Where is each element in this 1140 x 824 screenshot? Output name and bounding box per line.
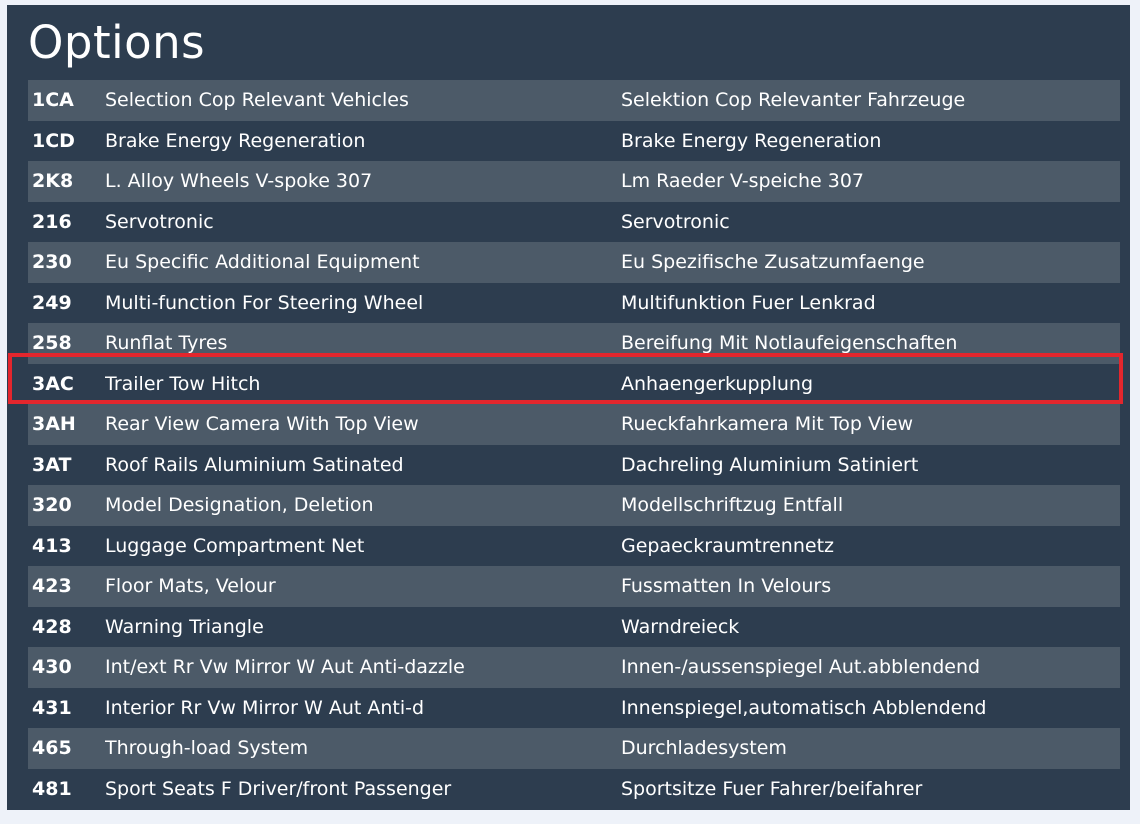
option-name-en: Interior Rr Vw Mirror W Aut Anti-d — [105, 696, 425, 719]
table-row-highlighted: 3AC Trailer Tow Hitch Anhaengerkupplung — [28, 364, 1120, 405]
option-name-en: Luggage Compartment Net — [105, 534, 365, 557]
option-code: 428 — [32, 615, 72, 638]
option-name-de: Sportsitze Fuer Fahrer/beifahrer — [621, 777, 923, 800]
option-name-de: Modellschriftzug Entfall — [621, 494, 844, 516]
option-code: 481 — [32, 777, 72, 800]
table-row: 413 Luggage Compartment Net Gepaeckraumt… — [28, 526, 1120, 567]
table-row: 431 Interior Rr Vw Mirror W Aut Anti-d I… — [28, 688, 1120, 729]
table-row: 465 Through-load System Durchladesystem — [28, 728, 1120, 769]
option-name-en: Trailer Tow Hitch — [105, 372, 261, 395]
option-name-en: Floor Mats, Velour — [105, 575, 276, 597]
page-title: Options — [28, 16, 206, 69]
option-code: 249 — [32, 291, 72, 314]
table-row: 216 Servotronic Servotronic — [28, 202, 1120, 243]
option-name-de: Innenspiegel,automatisch Abblendend — [621, 696, 987, 719]
options-table: 1CA Selection Cop Relevant Vehicles Sele… — [28, 80, 1120, 809]
option-name-de: Warndreieck — [621, 615, 740, 638]
table-row: 428 Warning Triangle Warndreieck — [28, 607, 1120, 648]
option-name-en: Runflat Tyres — [105, 332, 228, 354]
option-name-en: Int/ext Rr Vw Mirror W Aut Anti-dazzle — [105, 656, 465, 678]
table-row: 2K8 L. Alloy Wheels V-spoke 307 Lm Raede… — [28, 161, 1120, 202]
option-code: 3AC — [32, 372, 74, 395]
table-row: 230 Eu Specific Additional Equipment Eu … — [28, 242, 1120, 283]
table-row: 258 Runflat Tyres Bereifung Mit Notlaufe… — [28, 323, 1120, 364]
option-name-en: Brake Energy Regeneration — [105, 129, 366, 152]
table-row: 3AT Roof Rails Aluminium Satinated Dachr… — [28, 445, 1120, 486]
option-name-de: Bereifung Mit Notlaufeigenschaften — [621, 332, 958, 354]
option-name-de: Rueckfahrkamera Mit Top View — [621, 413, 914, 435]
option-name-de: Selektion Cop Relevanter Fahrzeuge — [621, 89, 966, 111]
option-name-de: Brake Energy Regeneration — [621, 129, 882, 152]
table-row: 249 Multi-function For Steering Wheel Mu… — [28, 283, 1120, 324]
option-code: 2K8 — [32, 170, 74, 192]
table-row: 423 Floor Mats, Velour Fussmatten In Vel… — [28, 566, 1120, 607]
option-code: 431 — [32, 696, 72, 719]
option-name-en: Model Designation, Deletion — [105, 494, 374, 516]
option-name-en: Roof Rails Aluminium Satinated — [105, 453, 404, 476]
table-row: 1CA Selection Cop Relevant Vehicles Sele… — [28, 80, 1120, 121]
table-row: 1CD Brake Energy Regeneration Brake Ener… — [28, 121, 1120, 162]
option-code: 3AH — [32, 413, 76, 435]
option-name-en: Through-load System — [105, 737, 309, 759]
option-name-de: Innen-/aussenspiegel Aut.abblendend — [621, 656, 981, 678]
option-code: 1CA — [32, 89, 74, 111]
option-code: 258 — [32, 332, 72, 354]
option-code: 1CD — [32, 129, 75, 152]
option-code: 3AT — [32, 453, 72, 476]
option-name-de: Anhaengerkupplung — [621, 372, 814, 395]
option-name-en: Eu Specific Additional Equipment — [105, 251, 420, 273]
option-name-de: Dachreling Aluminium Satiniert — [621, 453, 919, 476]
option-code: 413 — [32, 534, 72, 557]
option-name-de: Fussmatten In Velours — [621, 575, 832, 597]
option-name-de: Servotronic — [621, 210, 730, 233]
option-name-en: Warning Triangle — [105, 615, 264, 638]
option-code: 230 — [32, 251, 72, 273]
option-name-en: Servotronic — [105, 210, 214, 233]
option-name-de: Lm Raeder V-speiche 307 — [621, 170, 865, 192]
table-row: 481 Sport Seats F Driver/front Passenger… — [28, 769, 1120, 810]
option-name-en: Multi-function For Steering Wheel — [105, 291, 424, 314]
table-row: 320 Model Designation, Deletion Modellsc… — [28, 485, 1120, 526]
option-name-en: Rear View Camera With Top View — [105, 413, 419, 435]
option-code: 216 — [32, 210, 72, 233]
option-name-de: Eu Spezifische Zusatzumfaenge — [621, 251, 925, 273]
option-name-en: Sport Seats F Driver/front Passenger — [105, 777, 452, 800]
option-code: 430 — [32, 656, 72, 678]
table-row: 3AH Rear View Camera With Top View Rueck… — [28, 404, 1120, 445]
option-name-de: Multifunktion Fuer Lenkrad — [621, 291, 876, 314]
option-name-de: Durchladesystem — [621, 737, 787, 759]
option-code: 423 — [32, 575, 72, 597]
table-row: 430 Int/ext Rr Vw Mirror W Aut Anti-dazz… — [28, 647, 1120, 688]
option-name-en: L. Alloy Wheels V-spoke 307 — [105, 170, 373, 192]
option-code: 320 — [32, 494, 72, 516]
options-panel: Options 1CA Selection Cop Relevant Vehic… — [7, 5, 1130, 810]
option-name-de: Gepaeckraumtrennetz — [621, 534, 834, 557]
option-name-en: Selection Cop Relevant Vehicles — [105, 89, 409, 111]
option-code: 465 — [32, 737, 72, 759]
